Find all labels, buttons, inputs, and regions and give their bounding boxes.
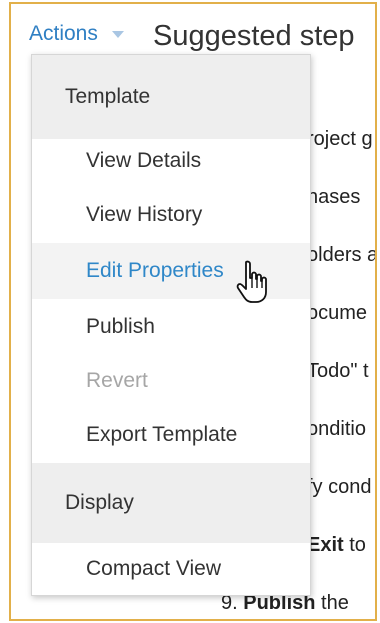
menu-item-label: Publish <box>86 315 155 338</box>
menu-item-label: Compact View <box>86 557 222 580</box>
menu-section-template: Template <box>32 55 310 139</box>
hand-pointer-icon <box>236 260 267 303</box>
step-item: onditio <box>307 418 366 440</box>
menu-item-label: Export Template <box>86 423 238 446</box>
section-label: Template <box>65 85 151 108</box>
app-frame: Actions Suggested step roject g hases ol… <box>9 2 377 621</box>
menu-item-label: View Details <box>86 149 202 172</box>
menu-item-label: Revert <box>86 369 148 392</box>
step-item: Exit to <box>307 534 366 556</box>
menu-section-display: Display <box>32 463 310 543</box>
menu-item-view-history[interactable]: View History <box>32 187 310 243</box>
menu-item-label: Edit Properties <box>86 259 224 282</box>
step-item: olders a <box>307 244 377 266</box>
menu-item-export-template[interactable]: Export Template <box>32 407 310 463</box>
actions-dropdown-menu: Template View Details View History Edit … <box>31 54 311 596</box>
step-item: ocume <box>307 302 368 324</box>
step-item: hases <box>307 186 361 208</box>
menu-item-edit-properties[interactable]: Edit Properties <box>32 243 310 299</box>
menu-item-view-details[interactable]: View Details <box>32 133 310 189</box>
menu-item-label: View History <box>86 203 203 226</box>
menu-item-compact-view[interactable]: Compact View <box>32 541 310 597</box>
step-item: Todo" t <box>307 360 369 382</box>
step-item: fy cond <box>307 476 372 498</box>
menu-item-publish[interactable]: Publish <box>32 299 310 355</box>
step-item: roject g <box>307 128 373 150</box>
menu-item-revert: Revert <box>32 353 310 409</box>
section-label: Display <box>65 491 134 514</box>
